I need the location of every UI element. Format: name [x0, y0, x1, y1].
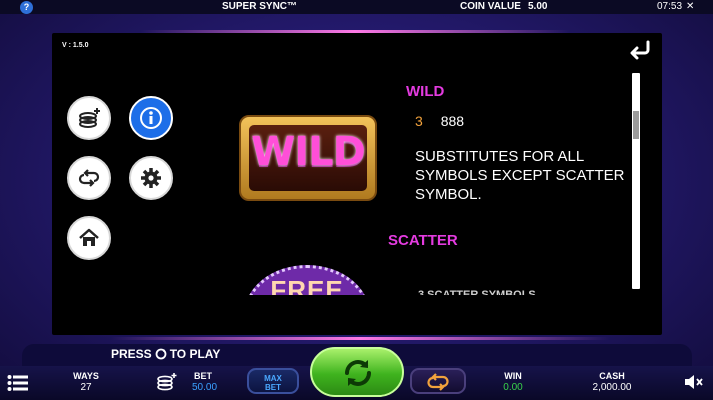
scrollbar-thumb[interactable] [633, 111, 639, 139]
autoplay-button[interactable] [410, 368, 466, 394]
win-label: WIN [504, 371, 522, 381]
spin-icon [345, 360, 371, 386]
wild-title: WILD [406, 83, 445, 100]
autoplay-icon [78, 169, 100, 187]
cash-label: CASH [599, 371, 625, 381]
home-icon [79, 228, 99, 246]
scatter-description-partial: 3 SCATTER SYMBOLS [418, 289, 536, 295]
spin-button[interactable] [310, 347, 404, 397]
settings-button[interactable] [129, 156, 173, 200]
win-value: 0.00 [503, 382, 523, 393]
wild-description: SUBSTITUTES FOR ALL SYMBOLS EXCEPT SCATT… [415, 148, 625, 203]
spin-small-icon [155, 348, 167, 360]
scatter-title: SCATTER [388, 232, 458, 249]
bet-value: 50.00 [192, 382, 218, 393]
help-button[interactable]: ? [20, 1, 33, 14]
ways-value: 27 [80, 382, 92, 393]
coin-value: 5.00 [528, 1, 548, 12]
info-button[interactable] [129, 96, 173, 140]
scatter-symbol-image: FREE [244, 265, 370, 295]
version-label: V : 1.5.0 [62, 42, 89, 49]
wild-symbol-text: WILD [251, 129, 366, 175]
wild-payout-count: 3 [415, 113, 423, 129]
back-button[interactable] [626, 39, 654, 61]
autoplay-menu-button[interactable] [67, 156, 111, 200]
max-bet-line1: MAX [264, 374, 282, 383]
autoplay-icon [427, 373, 449, 391]
press-to-play-label: PRESS TO PLAY [111, 347, 221, 361]
coins-icon [79, 108, 100, 128]
coin-value-label: COIN VALUE [460, 1, 521, 12]
paytable-panel: V : 1.5.0 WILD WILD 3 888 SUBSTITUTES FO… [52, 33, 662, 335]
wild-payout-value: 888 [440, 113, 465, 129]
background-glow-bottom [110, 337, 610, 340]
wild-symbol-image: WILD [239, 115, 377, 201]
wild-payout-row: 3 888 [415, 113, 464, 129]
back-arrow-icon [630, 40, 650, 60]
clock: 07:53 [657, 1, 683, 12]
ways-label: WAYS [73, 371, 99, 381]
bet-coins-icon[interactable] [156, 372, 178, 392]
settings-gear-icon [141, 168, 161, 188]
scrollbar[interactable] [632, 73, 640, 289]
bet-label: BET [194, 371, 212, 381]
cash-value: 2,000.00 [592, 382, 632, 393]
max-bet-line2: BET [265, 383, 281, 392]
home-button[interactable] [67, 216, 111, 260]
sound-icon[interactable] [683, 373, 705, 391]
menu-list-icon[interactable] [7, 374, 29, 392]
close-button[interactable]: ✕ [686, 0, 694, 14]
max-bet-button[interactable]: MAX BET [247, 368, 299, 394]
scatter-symbol-text: FREE [270, 275, 344, 295]
coins-button[interactable] [67, 96, 111, 140]
top-bar: ? SUPER SYNC™ COIN VALUE 5.00 07:53 ✕ [0, 0, 713, 14]
game-title: SUPER SYNC™ [222, 1, 298, 12]
info-icon [140, 107, 162, 129]
